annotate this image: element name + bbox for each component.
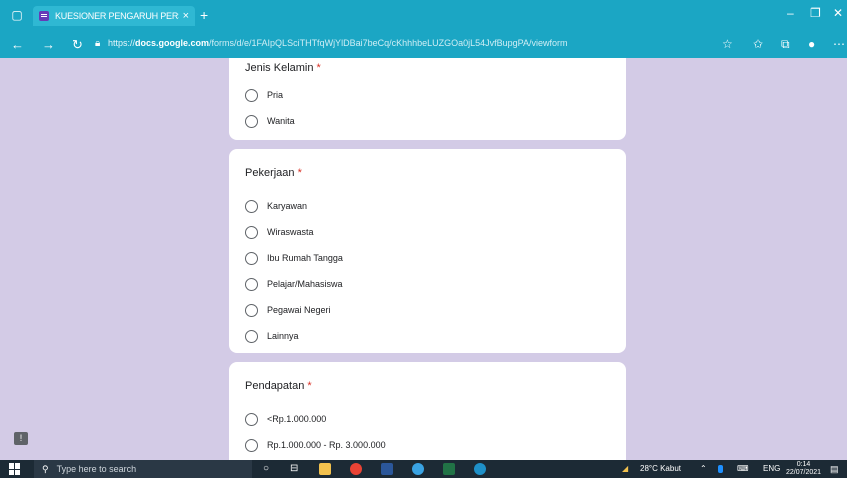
word-icon[interactable] <box>381 463 393 475</box>
feedback-icon[interactable]: ! <box>14 432 28 445</box>
question-card-pendapatan: Pendapatan * <Rp.1.000.000 Rp.1.000.000 … <box>229 362 626 460</box>
windows-start-icon[interactable] <box>9 463 21 475</box>
option-wiraswasta[interactable]: Wiraswasta <box>245 219 610 245</box>
file-explorer-icon[interactable] <box>319 463 331 475</box>
lock-icon: 🔒︎ <box>95 38 101 49</box>
new-tab-button[interactable]: + <box>200 6 208 24</box>
question-title: Pendapatan * <box>245 380 610 392</box>
radio-button[interactable] <box>245 199 258 213</box>
option-pegawai-negeri[interactable]: Pegawai Negeri <box>245 297 610 323</box>
task-view-icon[interactable]: ⊟ <box>290 463 298 474</box>
excel-icon[interactable] <box>443 463 455 475</box>
option-label: Karyawan <box>267 201 308 211</box>
taskbar-search-placeholder: Type here to search <box>56 464 137 474</box>
option-1-3-juta[interactable]: Rp.1.000.000 - Rp. 3.000.000 <box>245 432 610 458</box>
option-label: Ibu Rumah Tangga <box>267 253 343 263</box>
option-label: Pria <box>267 90 284 100</box>
language-indicator[interactable]: ENG <box>763 464 780 473</box>
option-label: Pelajar/Mahasiswa <box>267 279 343 289</box>
question-title-text: Pekerjaan <box>245 167 295 179</box>
url-field[interactable]: https://docs.google.com/forms/d/e/1FAIpQ… <box>108 38 568 48</box>
option-label: <Rp.1.000.000 <box>267 414 327 424</box>
notification-icon[interactable]: ▤ <box>830 464 839 475</box>
question-card-jenis-kelamin: Jenis Kelamin * Pria Wanita <box>229 58 626 140</box>
tab-title: KUESIONER PENGARUH PERSEP <box>55 11 179 21</box>
app-icon[interactable] <box>412 463 424 475</box>
show-hidden-icons-icon[interactable]: ⌃ <box>700 464 707 473</box>
option-wanita[interactable]: Wanita <box>245 108 610 134</box>
option-karyawan[interactable]: Karyawan <box>245 193 610 219</box>
required-asterisk: * <box>307 380 312 392</box>
reload-icon[interactable]: ↻ <box>72 37 83 53</box>
radio-button[interactable] <box>245 277 258 291</box>
favorite-star-icon[interactable]: ☆ <box>722 37 733 51</box>
windows-taskbar: ⚲ Type here to search ○ ⊟ ◢ 28°C Kabut ⌃… <box>0 460 847 478</box>
browser-tab[interactable]: KUESIONER PENGARUH PERSEP × <box>33 6 195 26</box>
radio-button[interactable] <box>245 225 258 239</box>
minimize-icon[interactable]: – <box>787 6 794 20</box>
required-asterisk: * <box>297 167 302 179</box>
question-title-text: Jenis Kelamin <box>245 62 314 74</box>
taskbar-search-box[interactable]: ⚲ Type here to search <box>34 460 252 478</box>
url-path: /forms/d/e/1FAIpQLSciTHTfqWjYlDBai7beCq/… <box>209 38 568 48</box>
search-icon: ⚲ <box>42 463 49 474</box>
option-ibu-rumah-tangga[interactable]: Ibu Rumah Tangga <box>245 245 610 271</box>
edge-icon[interactable] <box>474 463 486 475</box>
clock-date: 22/07/2021 <box>786 469 822 476</box>
option-label: Rp.1.000.000 - Rp. 3.000.000 <box>267 440 386 450</box>
option-label: Lainnya <box>267 331 299 341</box>
url-host: docs.google.com <box>135 38 210 48</box>
browser-tab-bar: ▢ KUESIONER PENGARUH PERSEP × + – ❐ ✕ <box>0 0 847 32</box>
question-title: Pekerjaan * <box>245 167 610 179</box>
keyboard-icon[interactable]: ⌨ <box>737 464 749 473</box>
option-label: Pegawai Negeri <box>267 305 331 315</box>
radio-button[interactable] <box>245 251 258 265</box>
profile-avatar-icon[interactable]: ● <box>808 37 815 51</box>
option-pelajar-mahasiswa[interactable]: Pelajar/Mahasiswa <box>245 271 610 297</box>
browser-address-bar: ← → ↻ 🔒︎ https://docs.google.com/forms/d… <box>0 32 847 58</box>
option-label: Wanita <box>267 116 295 126</box>
google-forms-favicon-icon <box>39 11 49 21</box>
cortana-icon[interactable]: ○ <box>263 463 269 474</box>
favorites-icon[interactable]: ✩ <box>753 37 763 51</box>
chrome-icon[interactable] <box>350 463 362 475</box>
question-title: Jenis Kelamin * <box>245 62 610 74</box>
option-lainnya[interactable]: Lainnya <box>245 323 610 349</box>
clock-time: 0:14 <box>796 461 811 468</box>
question-title-text: Pendapatan <box>245 380 305 392</box>
restore-icon[interactable]: ❐ <box>810 6 821 20</box>
tray-app-icon[interactable] <box>718 465 723 473</box>
window-menu-icon[interactable]: ▢ <box>9 7 25 23</box>
question-card-pekerjaan: Pekerjaan * Karyawan Wiraswasta Ibu Ruma… <box>229 149 626 353</box>
form-page: Jenis Kelamin * Pria Wanita Pekerjaan * … <box>0 58 847 460</box>
weather-icon[interactable]: ◢ <box>622 464 628 473</box>
url-scheme: https:// <box>108 38 136 48</box>
radio-button[interactable] <box>245 438 258 452</box>
collections-icon[interactable]: ⧉ <box>781 37 790 52</box>
radio-button[interactable] <box>245 303 258 317</box>
forward-icon[interactable]: → <box>42 37 55 53</box>
more-menu-icon[interactable]: ⋯ <box>833 37 845 51</box>
radio-button[interactable] <box>245 412 258 426</box>
option-pria[interactable]: Pria <box>245 82 610 108</box>
required-asterisk: * <box>316 62 321 74</box>
radio-button[interactable] <box>245 329 258 343</box>
option-label: Wiraswasta <box>267 227 314 237</box>
option-under-1-juta[interactable]: <Rp.1.000.000 <box>245 406 610 432</box>
radio-button[interactable] <box>245 114 258 128</box>
taskbar-clock[interactable]: 0:14 22/07/2021 <box>786 461 821 477</box>
close-window-icon[interactable]: ✕ <box>833 6 843 20</box>
tab-close-button[interactable]: × <box>183 10 189 22</box>
weather-text[interactable]: 28°C Kabut <box>640 464 681 473</box>
radio-button[interactable] <box>245 88 258 102</box>
back-icon[interactable]: ← <box>11 37 24 53</box>
